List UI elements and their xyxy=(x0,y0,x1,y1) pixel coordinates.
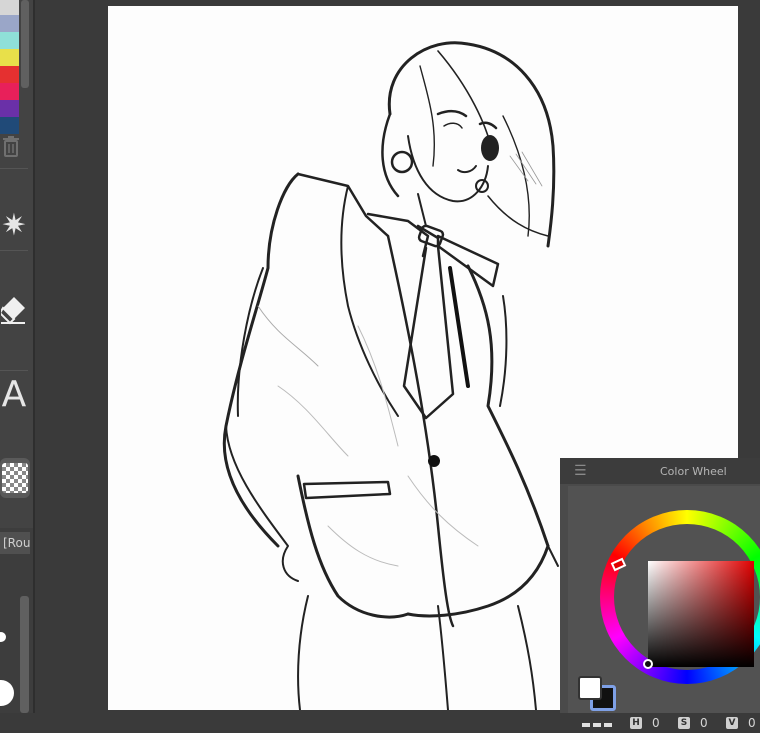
left-toolbar: ✷ A [Rou xyxy=(0,0,33,713)
transparent-color-button[interactable] xyxy=(0,458,30,498)
palette-swatch[interactable] xyxy=(0,83,19,100)
foreground-color-swatch[interactable] xyxy=(578,676,602,700)
brush-tab[interactable]: [Rou xyxy=(0,532,30,554)
toolbar-divider xyxy=(0,250,28,251)
transparent-toggle[interactable] xyxy=(578,720,620,730)
palette-scrollbar[interactable] xyxy=(21,0,29,88)
palette-swatch[interactable] xyxy=(0,66,19,83)
color-palette xyxy=(0,0,20,134)
palette-swatch[interactable] xyxy=(0,49,19,66)
palette-swatch[interactable] xyxy=(0,100,19,117)
s-label: S xyxy=(678,717,690,729)
v-label: V xyxy=(726,717,738,729)
palette-swatch[interactable] xyxy=(0,117,19,134)
transparency-checker-icon xyxy=(2,463,28,493)
color-wheel-panel: ☰ Color Wheel H 0 S 0 V 0 xyxy=(560,458,760,730)
h-value[interactable]: 0 xyxy=(652,716,660,730)
color-wheel-area: H 0 S 0 V 0 xyxy=(568,486,760,730)
brush-panel-scrollbar[interactable] xyxy=(20,596,29,713)
burst-tool-icon[interactable]: ✷ xyxy=(0,208,28,244)
hsv-readout: H 0 S 0 V 0 xyxy=(630,716,760,733)
palette-swatch[interactable] xyxy=(0,15,19,32)
panel-title: Color Wheel xyxy=(660,465,727,478)
saturation-value-square[interactable] xyxy=(648,561,754,667)
v-value[interactable]: 0 xyxy=(748,716,756,730)
palette-swatch[interactable] xyxy=(0,32,19,49)
s-value[interactable]: 0 xyxy=(700,716,708,730)
h-label: H xyxy=(630,717,642,729)
panel-divider xyxy=(33,0,35,713)
sv-marker[interactable] xyxy=(643,659,653,669)
trash-icon[interactable] xyxy=(2,136,20,160)
eraser-tool-icon[interactable] xyxy=(0,295,28,327)
menu-icon[interactable]: ☰ xyxy=(574,464,587,478)
text-tool-icon[interactable]: A xyxy=(0,374,28,416)
toolbar-divider xyxy=(0,168,28,169)
panel-header: ☰ Color Wheel xyxy=(560,458,760,484)
palette-swatch[interactable] xyxy=(0,0,19,15)
toolbar-divider xyxy=(0,370,28,371)
